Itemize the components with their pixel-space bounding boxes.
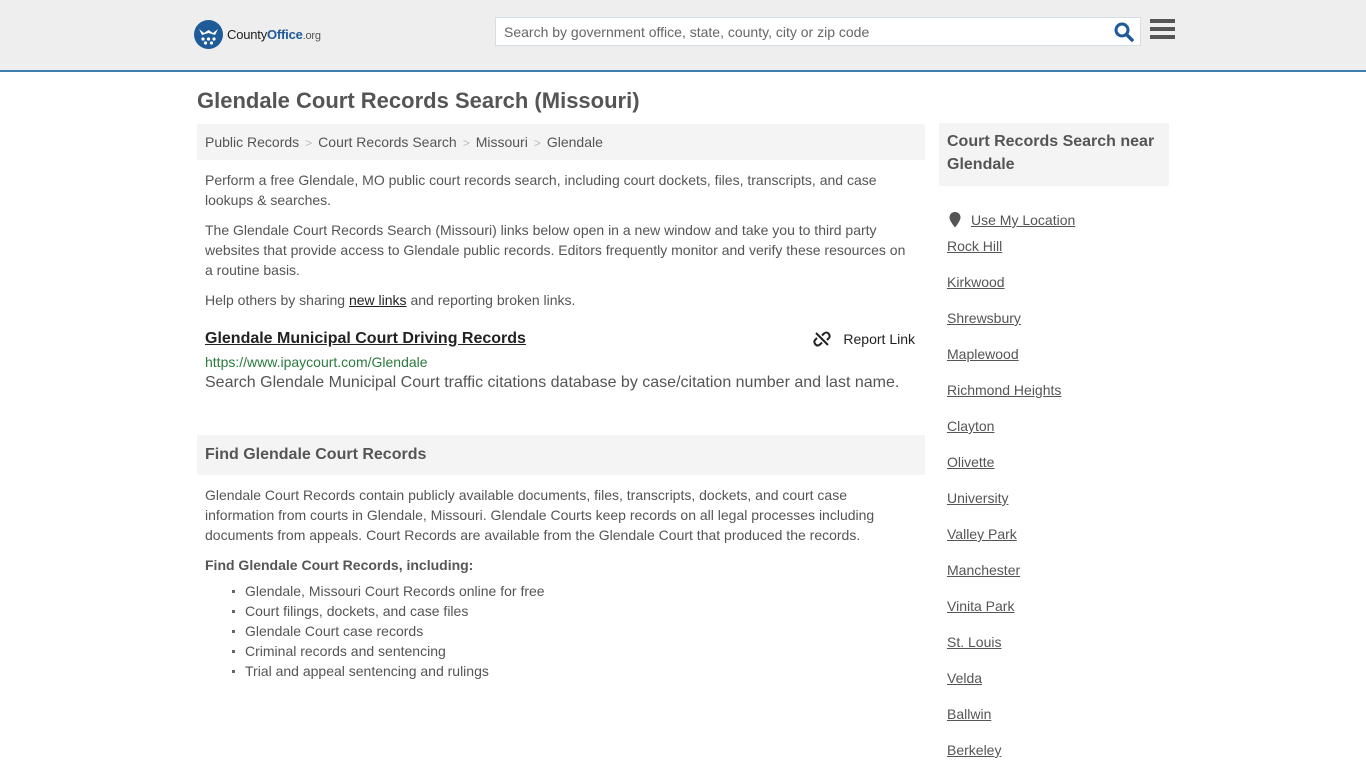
result-description: Search Glendale Municipal Court traffic …	[205, 374, 900, 391]
find-records-heading: Find Glendale Court Records	[197, 435, 925, 475]
list-item: Trial and appeal sentencing and rulings	[232, 661, 925, 681]
page-title: Glendale Court Records Search (Missouri)	[197, 88, 640, 113]
nearby-link-maplewood[interactable]: Maplewood	[947, 346, 1019, 362]
find-records-list: Glendale, Missouri Court Records online …	[197, 581, 925, 681]
nearby-link-velda[interactable]: Velda	[947, 670, 982, 686]
breadcrumb-separator: >	[305, 136, 313, 150]
search-input[interactable]	[496, 18, 1096, 45]
search-icon[interactable]	[1114, 22, 1134, 42]
breadcrumb-court-records-search[interactable]: Court Records Search	[318, 134, 457, 150]
report-link-label: Report Link	[843, 331, 915, 347]
nearby-link-clayton[interactable]: Clayton	[947, 418, 994, 434]
nearby-link-richmond-heights[interactable]: Richmond Heights	[947, 382, 1061, 398]
nearby-list: Use My Location Rock Hill Kirkwood Shrew…	[939, 202, 1169, 778]
nearby-link-rock-hill[interactable]: Rock Hill	[947, 238, 1002, 254]
find-records-subheading: Find Glendale Court Records, including:	[205, 557, 474, 573]
list-item: Court filings, dockets, and case files	[232, 601, 925, 621]
breadcrumb-separator: >	[462, 136, 470, 150]
breadcrumb: Public Records > Court Records Search > Miss…	[197, 124, 925, 160]
sidebar-heading: Court Records Search near Glendale	[939, 123, 1169, 186]
nearby-link-st-louis[interactable]: St. Louis	[947, 634, 1001, 650]
nearby-link-vinita-park[interactable]: Vinita Park	[947, 598, 1014, 614]
breadcrumb-missouri[interactable]: Missouri	[476, 134, 528, 150]
nearby-link-university[interactable]: University	[947, 490, 1008, 506]
intro-paragraph-2: The Glendale Court Records Search (Misso…	[205, 222, 906, 278]
search-box	[495, 17, 1141, 46]
breadcrumb-public-records[interactable]: Public Records	[205, 134, 299, 150]
nearby-link-ballwin[interactable]: Ballwin	[947, 706, 991, 722]
list-item: Criminal records and sentencing	[232, 641, 925, 661]
use-location-item: Use My Location	[947, 202, 1169, 238]
site-header: CountyOffice.org	[0, 0, 1366, 72]
sidebar: Court Records Search near Glendale Use M…	[939, 123, 1169, 778]
result-item: Glendale Municipal Court Driving Records…	[197, 330, 925, 392]
nearby-link-berkeley[interactable]: Berkeley	[947, 742, 1001, 758]
find-records-body: Glendale Court Records contain publicly …	[205, 487, 875, 543]
nearby-link-valley-park[interactable]: Valley Park	[947, 526, 1017, 542]
new-links-link[interactable]: new links	[349, 292, 407, 308]
broken-link-icon	[813, 331, 832, 347]
list-item: Glendale Court case records	[232, 621, 925, 641]
intro-text: Help others by sharing	[205, 292, 349, 308]
map-pin-icon	[949, 212, 961, 228]
result-url: https://www.ipaycourt.com/Glendale	[205, 354, 428, 370]
nearby-link-manchester[interactable]: Manchester	[947, 562, 1020, 578]
nearby-link-olivette[interactable]: Olivette	[947, 454, 994, 470]
nearby-link-shrewsbury[interactable]: Shrewsbury	[947, 310, 1021, 326]
list-item: Glendale, Missouri Court Records online …	[232, 581, 925, 601]
use-my-location-link[interactable]: Use My Location	[971, 212, 1075, 228]
nearby-link-kirkwood[interactable]: Kirkwood	[947, 274, 1005, 290]
breadcrumb-glendale[interactable]: Glendale	[547, 134, 603, 150]
result-title-link[interactable]: Glendale Municipal Court Driving Records	[205, 330, 526, 348]
intro-text: and reporting broken links.	[406, 292, 576, 308]
site-logo[interactable]: CountyOffice.org	[194, 20, 321, 49]
breadcrumb-separator: >	[533, 136, 541, 150]
main-content: Public Records > Court Records Search > Miss…	[197, 124, 925, 681]
logo-text: CountyOffice.org	[227, 27, 321, 42]
report-link-button[interactable]: Report Link	[813, 330, 915, 348]
hamburger-menu-icon[interactable]	[1150, 19, 1175, 41]
eagle-logo-icon	[194, 20, 223, 49]
intro-paragraph-1: Perform a free Glendale, MO public court…	[205, 172, 877, 208]
intro-paragraph-3: Help others by sharing new links and rep…	[197, 290, 925, 310]
